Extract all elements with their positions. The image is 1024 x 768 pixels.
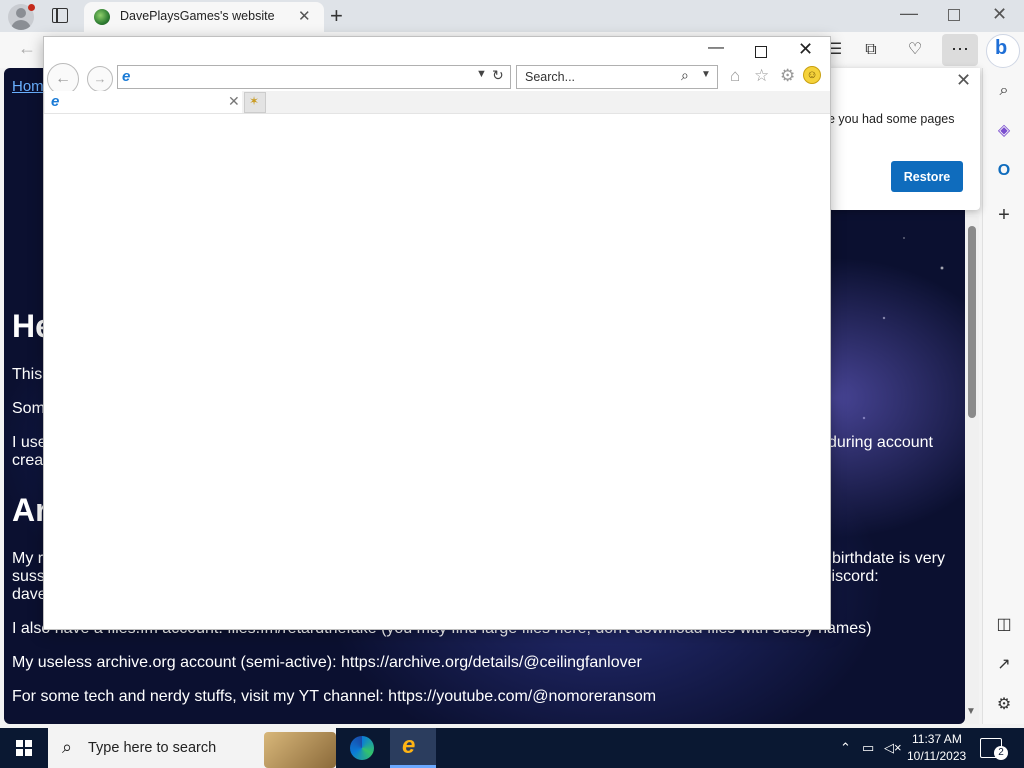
outlook-icon[interactable]: O (993, 160, 1015, 182)
bing-chat-icon[interactable]: b (986, 34, 1020, 68)
page-text-archive: My useless archive.org account (semi-act… (12, 654, 642, 671)
ie-tab[interactable]: e ✕ (45, 91, 242, 113)
page-text-discord: liscord: (828, 568, 879, 585)
feedback-smiley-icon[interactable]: ☺ (803, 66, 821, 84)
popup-close-icon[interactable]: ✕ (956, 70, 971, 91)
tray-chevron-up-icon[interactable]: ⌃ (840, 740, 851, 756)
minimize-button[interactable]: — (900, 3, 918, 24)
search-highlight-image (264, 732, 336, 768)
ie-forward-arrow-icon[interactable]: → (87, 66, 113, 92)
edge-logo-icon (350, 736, 374, 760)
restore-window-button[interactable] (948, 9, 960, 21)
taskbar-ie-button[interactable]: e (390, 728, 436, 768)
new-tab-icon: ✶ (249, 94, 260, 108)
ie-window: — ✕ ← → e ▼ ↻ Search... ⌕ ▼ ⌂ ☆ ⚙ ☺ e ✕ … (43, 36, 831, 630)
close-window-button[interactable]: ✕ (992, 4, 1007, 25)
page-text-birthdate: birthdate is very (832, 550, 945, 567)
page-text-som: Som (12, 400, 45, 417)
favorites-star-icon[interactable]: ☆ (754, 66, 769, 86)
page-text-suss: suss (12, 568, 45, 585)
page-text-account: during account (828, 434, 933, 451)
network-icon[interactable]: ▭ (862, 740, 874, 756)
ie-address-bar[interactable]: e ▼ ↻ (117, 65, 511, 89)
search-dropdown-icon[interactable]: ▼ (701, 69, 711, 80)
bing-logo-glyph: b (995, 37, 1008, 59)
scrollbar-thumb[interactable] (968, 226, 976, 418)
restore-pages-popup: ✕ e you had some pages Restore (828, 68, 980, 210)
settings-gear-icon[interactable]: ⚙ (993, 694, 1015, 716)
restore-button[interactable]: Restore (891, 161, 963, 192)
scroll-down-arrow-icon[interactable]: ▼ (966, 706, 976, 717)
add-sidebar-app-icon[interactable]: + (993, 204, 1015, 226)
refresh-icon[interactable]: ↻ (492, 67, 504, 84)
new-tab-button[interactable]: + (330, 3, 343, 29)
split-screen-icon[interactable]: ◫ (993, 614, 1015, 636)
address-dropdown-icon[interactable]: ▼ (476, 68, 487, 80)
taskbar-search-placeholder: Type here to search (88, 740, 217, 756)
ie-tab-close-icon[interactable]: ✕ (228, 93, 240, 110)
search-icon[interactable]: ⌕ (993, 80, 1015, 102)
tools-gear-icon[interactable]: ⚙ (780, 66, 795, 86)
page-text-this: This (12, 366, 43, 383)
windows-start-icon[interactable] (16, 740, 32, 756)
edge-sidebar: ⌕ ◈ O + ◫ ↗ ⚙ (982, 68, 1024, 724)
home-icon[interactable]: ⌂ (730, 66, 740, 86)
back-arrow-icon[interactable]: ← (18, 38, 36, 59)
ie-close-button[interactable]: ✕ (798, 39, 813, 60)
page-text-iuse: I use (12, 434, 47, 451)
ie-logo-icon: e (122, 68, 131, 85)
office-icon[interactable]: ◈ (993, 120, 1015, 142)
taskbar: ⌕ Type here to search e ⌃ ▭ ◁× 11:37 AM … (0, 728, 1024, 768)
home-link[interactable]: Hom (12, 78, 44, 95)
ie-tab-logo-icon: e (51, 93, 60, 110)
external-link-icon[interactable]: ↗ (993, 654, 1015, 676)
tab-actions-icon[interactable] (52, 8, 68, 23)
performance-icon[interactable]: ♡ (906, 41, 924, 59)
edge-titlebar: DavePlaysGames's website ✕ + — ✕ (0, 0, 1024, 32)
page-scrollbar[interactable]: ▼ (965, 216, 979, 724)
ie-search-placeholder: Search... (525, 70, 576, 84)
taskbar-edge-button[interactable] (340, 728, 386, 768)
profile-alert-dot (28, 4, 35, 11)
volume-muted-icon[interactable]: ◁× (884, 740, 902, 756)
ie-tab-bar: e ✕ ✶ (44, 91, 830, 114)
clock-time[interactable]: 11:37 AM (912, 732, 962, 746)
taskbar-search-box[interactable]: ⌕ Type here to search (48, 728, 336, 768)
page-text-crea: crea (12, 452, 44, 469)
edge-tab[interactable]: DavePlaysGames's website ✕ (84, 2, 324, 32)
page-text-youtube: For some tech and nerdy stuffs, visit my… (12, 688, 657, 705)
page-text-dave: dave (12, 586, 47, 603)
search-icon[interactable]: ⌕ (681, 67, 689, 84)
globe-favicon-icon (94, 9, 110, 25)
search-icon: ⌕ (62, 737, 73, 757)
edge-tab-title: DavePlaysGames's website (120, 9, 275, 23)
ie-new-tab-button[interactable]: ✶ (244, 92, 266, 113)
restore-message: e you had some pages (828, 112, 955, 126)
more-menu-button[interactable]: ⋯ (942, 34, 978, 66)
ie-logo-icon: e (402, 732, 416, 759)
collections-icon[interactable]: ⧉ (862, 41, 880, 59)
clock-date[interactable]: 10/11/2023 (907, 749, 966, 763)
notification-count-badge: 2 (994, 746, 1008, 760)
tab-close-icon[interactable]: ✕ (298, 7, 311, 25)
page-text-my: My r (12, 550, 44, 567)
ie-search-box[interactable]: Search... ⌕ ▼ (516, 65, 718, 89)
ie-minimize-button[interactable]: — (708, 39, 724, 57)
ie-maximize-button[interactable] (755, 46, 767, 58)
